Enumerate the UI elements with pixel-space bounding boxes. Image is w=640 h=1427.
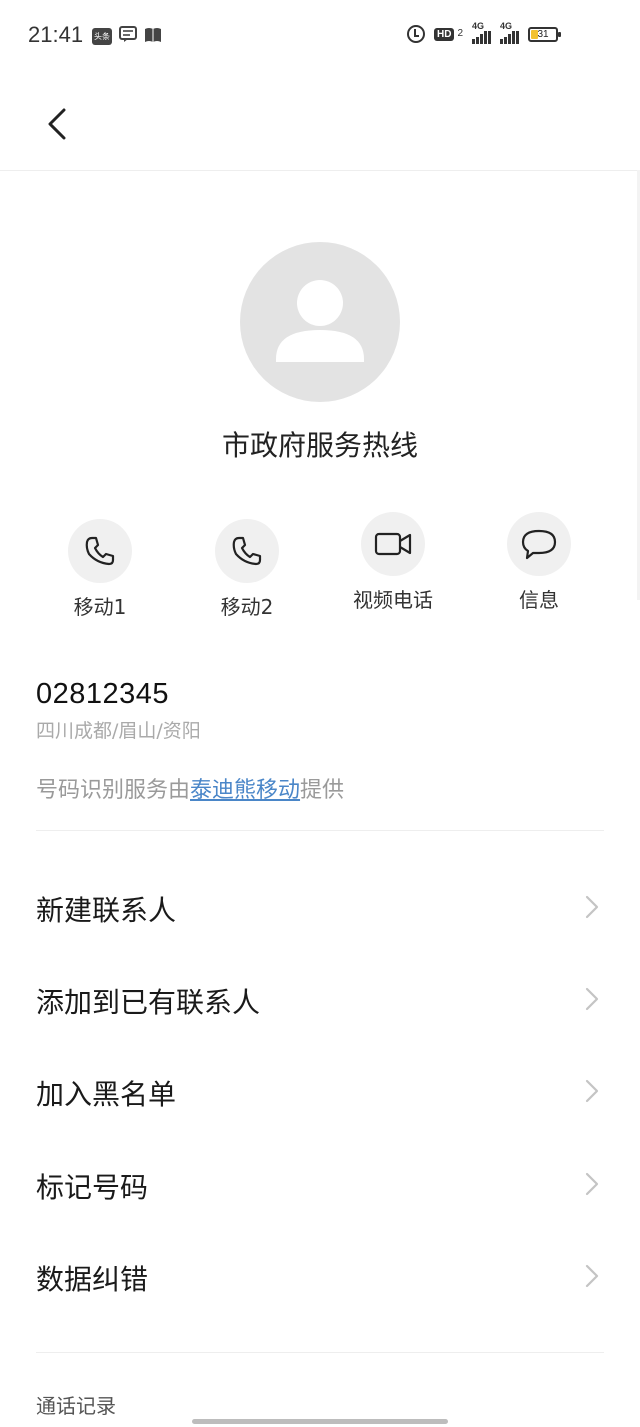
menu-item-label: 标记号码 [36, 1171, 149, 1204]
message-box-icon [119, 26, 137, 47]
avatar[interactable] [240, 242, 400, 402]
video-call-button[interactable]: 视频电话 [333, 512, 453, 613]
provider-line: 号码识别服务由泰迪熊移动提供 [36, 772, 344, 804]
call-log-title: 通话记录 [36, 1394, 116, 1418]
menu-item-blacklist[interactable]: 加入黑名单 [0, 1046, 640, 1138]
hd-voice-icon: HD [433, 27, 455, 41]
provider-prefix: 号码识别服务由 [36, 778, 191, 803]
chevron-right-icon [585, 987, 599, 1011]
battery-icon: 31 [528, 26, 561, 42]
provider-suffix: 提供 [300, 778, 345, 803]
phone-icon [85, 536, 115, 566]
menu-item-label: 新建联系人 [36, 894, 177, 927]
hd-sim-index: 2 [457, 28, 463, 39]
sim2-network-label: 4G [500, 21, 513, 31]
call-sim1-button[interactable]: 移动1 [40, 519, 160, 620]
menu-item-label: 添加到已有联系人 [36, 986, 261, 1019]
sim1-network-label: 4G [472, 21, 485, 31]
home-indicator[interactable] [192, 1419, 448, 1424]
message-label: 信息 [519, 588, 559, 612]
message-circle [507, 512, 571, 576]
chevron-right-icon [585, 1079, 599, 1103]
menu-item-mark-number[interactable]: 标记号码 [0, 1139, 640, 1231]
section-divider [36, 830, 604, 831]
provider-link[interactable]: 泰迪熊移动 [190, 778, 300, 803]
call-sim1-label: 移动1 [73, 595, 127, 619]
video-call-circle [361, 512, 425, 576]
chevron-right-icon [585, 895, 599, 919]
call-sim2-circle [215, 519, 279, 583]
phone-icon [232, 536, 262, 566]
back-button[interactable] [38, 102, 78, 146]
number-location: 四川成都/眉山/资阳 [36, 720, 201, 742]
call-sim1-circle [68, 519, 132, 583]
signal-sim1-icon: 4G [472, 21, 491, 44]
call-sim2-button[interactable]: 移动2 [187, 519, 307, 620]
toutiao-icon: 头条 [92, 28, 112, 45]
toutiao-text: 头条 [94, 32, 110, 41]
section-divider [36, 1352, 604, 1353]
battery-level: 31 [537, 28, 549, 40]
video-call-label: 视频电话 [353, 588, 433, 612]
message-button[interactable]: 信息 [479, 512, 599, 613]
menu-item-new-contact[interactable]: 新建联系人 [0, 862, 640, 954]
status-time: 21:41 [28, 22, 84, 47]
contact-name: 市政府服务热线 [221, 429, 418, 462]
menu-item-data-correction[interactable]: 数据纠错 [0, 1231, 640, 1323]
status-bar: 21:41 头条 HD 2 4G 4G 31 [0, 0, 640, 70]
header-divider [0, 170, 640, 171]
menu-item-label: 数据纠错 [36, 1263, 149, 1296]
alarm-icon [406, 25, 425, 43]
menu-item-add-to-existing[interactable]: 添加到已有联系人 [0, 954, 640, 1046]
chevron-right-icon [585, 1172, 599, 1196]
call-sim2-label: 移动2 [220, 595, 274, 619]
chevron-right-icon [585, 1264, 599, 1288]
menu-item-label: 加入黑名单 [36, 1078, 177, 1111]
notification-icons: 头条 [92, 26, 162, 47]
video-camera-icon [374, 532, 412, 556]
person-placeholder-icon [276, 280, 364, 362]
message-bubble-icon [521, 529, 557, 560]
chevron-left-icon [48, 108, 66, 140]
system-icons: HD 2 4G 4G 31 [406, 21, 561, 44]
signal-sim2-icon: 4G [500, 21, 519, 44]
phone-number[interactable]: 02812345 [36, 678, 169, 711]
book-icon [144, 27, 162, 47]
